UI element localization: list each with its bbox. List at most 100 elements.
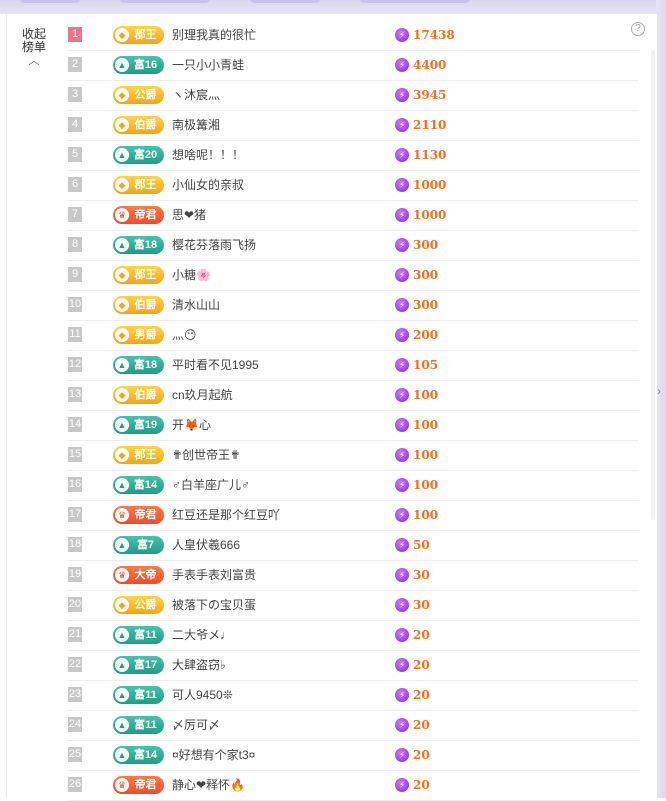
score-value: 100 <box>413 388 439 402</box>
badge-emblem-icon: ♛ <box>115 778 129 792</box>
level-badge: ◆ 郡王 <box>113 176 164 194</box>
badge-emblem-icon: ◆ <box>115 118 129 132</box>
level-badge: ▲ 富11 <box>113 716 164 734</box>
leaderboard-row: 3 ◆ 公爵 ヽ沐宸灬 ⚡ 3945 <box>67 81 639 111</box>
badge-emblem-icon: ▲ <box>115 58 129 72</box>
badge-label: 郡王 <box>134 29 157 41</box>
user-name[interactable]: 开🦊心 <box>172 417 211 433</box>
rank-number: 21 <box>68 627 82 642</box>
badge-emblem-icon: ◆ <box>115 268 129 282</box>
badge-label: 富17 <box>133 659 158 671</box>
user-name[interactable]: 清水山山 <box>172 297 220 313</box>
badge-emblem-icon: ♛ <box>115 568 129 582</box>
scrollbar[interactable] <box>651 50 655 520</box>
user-name[interactable]: 红豆还是那个红豆吖 <box>172 507 280 523</box>
user-name[interactable]: 静心❤释怀🔥 <box>172 777 245 793</box>
level-badge: ◆ 郡王 <box>113 26 164 44</box>
level-badge: ◆ 郡王 <box>113 446 164 464</box>
user-name[interactable]: 一只小小青蛙 <box>172 57 244 73</box>
lightning-coin-icon: ⚡ <box>395 268 409 282</box>
lightning-coin-icon: ⚡ <box>395 388 409 402</box>
score-value: 1130 <box>413 148 447 162</box>
score-value: 100 <box>413 448 439 462</box>
rank-number: 26 <box>68 777 82 792</box>
chevron-right-icon[interactable]: › <box>657 384 661 398</box>
badge-emblem-icon: ▲ <box>115 628 129 642</box>
user-name[interactable]: 思❤猪 <box>172 207 206 223</box>
rank-number: 18 <box>68 537 82 552</box>
score-value: 100 <box>413 508 439 522</box>
badge-label: 富20 <box>133 149 158 161</box>
level-badge: ◆ 公爵 <box>113 86 164 104</box>
user-name[interactable]: 平时看不见1995 <box>172 357 259 373</box>
badge-label: 富19 <box>133 419 158 431</box>
user-name[interactable]: 可人9450❊ <box>172 687 233 703</box>
badge-label: 富16 <box>133 59 158 71</box>
score-value: 20 <box>413 658 430 672</box>
level-badge: ▲ 富7 <box>113 536 164 554</box>
up-caret-icon: ︿ <box>28 55 40 67</box>
lightning-coin-icon: ⚡ <box>395 688 409 702</box>
badge-emblem-icon: ◆ <box>115 448 129 462</box>
level-badge: ▲ 富17 <box>113 656 164 674</box>
user-name[interactable]: 二大爷メ♩ <box>172 627 232 643</box>
badge-emblem-icon: ▲ <box>115 238 129 252</box>
lightning-coin-icon: ⚡ <box>395 298 409 312</box>
badge-emblem-icon: ♛ <box>115 508 129 522</box>
badge-emblem-icon: ◆ <box>115 598 129 612</box>
user-name[interactable]: 想啥呢！！！ <box>172 147 244 163</box>
user-name[interactable]: cn玖月起航 <box>172 387 233 403</box>
leaderboard-row: 18 ▲ 富7 人皇伏羲666 ⚡ 50 <box>67 531 639 561</box>
badge-emblem-icon: ◆ <box>115 88 129 102</box>
rank-number: 3 <box>68 87 82 102</box>
user-name[interactable]: 小仙女的亲叔 <box>172 177 244 193</box>
rank-number: 7 <box>68 207 82 222</box>
leaderboard-row: 10 ◆ 伯爵 清水山山 ⚡ 300 <box>67 291 639 321</box>
user-name[interactable]: 樱花芬落雨飞扬 <box>172 237 256 253</box>
score-value: 30 <box>413 598 430 612</box>
badge-label: 郡王 <box>134 269 157 281</box>
score-value: 17438 <box>413 28 455 42</box>
badge-emblem-icon: ▲ <box>115 718 129 732</box>
level-badge: ◆ 伯爵 <box>113 116 164 134</box>
lightning-coin-icon: ⚡ <box>395 508 409 522</box>
user-name[interactable]: ♂白羊座广儿♂ <box>172 477 250 493</box>
badge-label: 公爵 <box>134 599 157 611</box>
badge-label: 富14 <box>133 479 158 491</box>
rank-number: 9 <box>68 267 82 282</box>
leaderboard-row: 17 ♛ 帝君 红豆还是那个红豆吖 ⚡ 100 <box>67 501 639 531</box>
user-name[interactable]: ヽ沐宸灬 <box>172 87 220 103</box>
badge-emblem-icon: ▲ <box>115 478 129 492</box>
score-value: 3945 <box>413 88 447 102</box>
user-name[interactable]: 别理我真的很忙 <box>172 27 256 43</box>
user-name[interactable]: ✟创世帝王✟ <box>172 447 240 463</box>
badge-label: 富18 <box>133 359 158 371</box>
badge-emblem-icon: ▲ <box>115 418 129 432</box>
badge-label: 富18 <box>133 239 158 251</box>
score-value: 300 <box>413 268 439 282</box>
lightning-coin-icon: ⚡ <box>395 28 409 42</box>
lightning-coin-icon: ⚡ <box>395 178 409 192</box>
user-name[interactable]: 手表手表刘富贵 <box>172 567 256 583</box>
level-badge: ♛ 帝君 <box>113 506 164 524</box>
badge-emblem-icon: ▲ <box>115 148 129 162</box>
badge-label: 富7 <box>136 539 155 551</box>
user-name[interactable]: ¤好想有个家t3¤ <box>172 747 255 763</box>
user-name[interactable]: 被落下の宝贝蛋 <box>172 597 256 613</box>
badge-emblem-icon: ▲ <box>115 658 129 672</box>
rank-number: 4 <box>68 117 82 132</box>
lightning-coin-icon: ⚡ <box>395 718 409 732</box>
user-name[interactable]: 人皇伏羲666 <box>172 537 240 553</box>
user-name[interactable]: 小糖🌸 <box>172 267 211 283</box>
score-value: 30 <box>413 568 430 582</box>
user-name[interactable]: 大肆盗窃♭ <box>172 657 226 673</box>
top-blur-shape <box>360 0 470 3</box>
user-name[interactable]: 灬😶 <box>172 327 197 343</box>
collapse-leaderboard-button[interactable]: 收起 榜单 ︿ <box>19 28 49 67</box>
level-badge: ♛ 大帝 <box>113 566 164 584</box>
user-name[interactable]: 〆厉可〆 <box>172 717 220 733</box>
lightning-coin-icon: ⚡ <box>395 568 409 582</box>
leaderboard-row: 2 ▲ 富16 一只小小青蛙 ⚡ 4400 <box>67 51 639 81</box>
user-name[interactable]: 南极篝湘 <box>172 117 220 133</box>
leaderboard-row: 24 ▲ 富11 〆厉可〆 ⚡ 20 <box>67 711 639 741</box>
